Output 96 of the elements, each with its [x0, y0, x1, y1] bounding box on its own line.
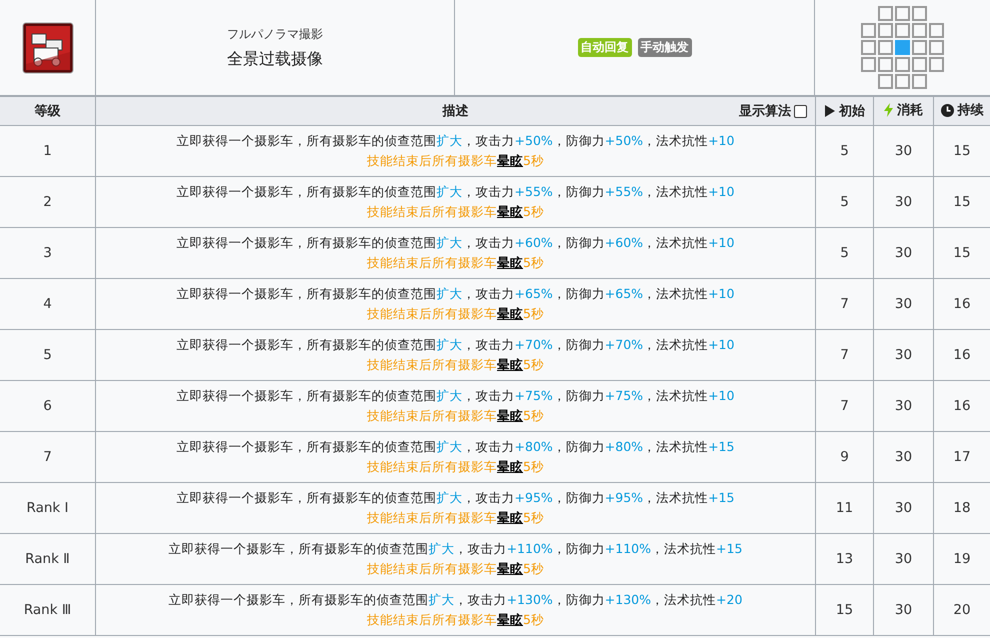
table-cell: 19 — [953, 551, 971, 567]
table-cell: 13 — [836, 551, 854, 567]
table-cell: 30 — [894, 347, 912, 363]
range-tile — [912, 57, 927, 72]
range-tile — [861, 23, 876, 38]
description-text: 立即获得一个摄影车，所有摄影车的侦查范围扩大，攻击力+60%，防御力+60%，法术抗性+10 — [176, 234, 736, 252]
checkbox-label: 显示算法 — [739, 103, 791, 120]
table-cell: 1 — [43, 143, 52, 159]
description-text: 技能结束后所有摄影车晕眩5秒 — [366, 458, 545, 476]
range-tile — [861, 40, 876, 55]
table-cell: 7 — [840, 347, 849, 363]
skill-tag: 手动触发 — [638, 38, 692, 57]
skill-tag: 自动回复 — [578, 38, 632, 57]
skill-subtitle: フルパノラマ撮影 — [227, 26, 323, 42]
table-cell: 4 — [43, 296, 52, 312]
range-tile — [878, 57, 893, 72]
description-text: 立即获得一个摄影车，所有摄影车的侦查范围扩大，攻击力+70%，防御力+70%，法术抗性+10 — [176, 336, 736, 354]
column-header: 消耗 — [897, 102, 923, 119]
checkbox[interactable] — [794, 104, 807, 118]
skill-name: 全景过载摄像 — [227, 48, 323, 70]
table-cell: Rank Ⅱ — [25, 551, 70, 567]
table-cell: 2 — [43, 194, 52, 210]
table-cell: 6 — [43, 398, 52, 414]
description-text: 立即获得一个摄影车，所有摄影车的侦查范围扩大，攻击力+110%，防御力+110%，法术抗性+15 — [168, 540, 744, 558]
range-tile — [895, 74, 910, 89]
table-cell: 30 — [894, 245, 912, 261]
description-text: 立即获得一个摄影车，所有摄影车的侦查范围扩大，攻击力+75%，防御力+75%，法术抗性+10 — [176, 387, 736, 405]
range-tile — [861, 57, 876, 72]
table-cell: 16 — [953, 296, 971, 312]
operator-tile — [895, 40, 910, 55]
description-text: 技能结束后所有摄影车晕眩5秒 — [366, 560, 545, 578]
table-cell: 30 — [894, 143, 912, 159]
range-tile — [878, 74, 893, 89]
description-text: 技能结束后所有摄影车晕眩5秒 — [366, 356, 545, 374]
range-tile — [929, 23, 944, 38]
range-tile — [895, 6, 910, 21]
table-cell: 5 — [840, 245, 849, 261]
description-text: 立即获得一个摄影车，所有摄影车的侦查范围扩大，攻击力+80%，防御力+80%，法术抗性+15 — [176, 438, 736, 456]
description-text: 立即获得一个摄影车，所有摄影车的侦查范围扩大，攻击力+130%，防御力+130%，法术抗性+20 — [168, 591, 744, 609]
table-cell: 7 — [840, 398, 849, 414]
table-cell: 5 — [43, 347, 52, 363]
description-text: 技能结束后所有摄影车晕眩5秒 — [366, 305, 545, 323]
description-text: 技能结束后所有摄影车晕眩5秒 — [366, 254, 545, 272]
description-text: 技能结束后所有摄影车晕眩5秒 — [366, 152, 545, 170]
table-cell: 18 — [953, 500, 971, 516]
description-text: 立即获得一个摄影车，所有摄影车的侦查范围扩大，攻击力+50%，防御力+50%，法术抗性+10 — [176, 132, 736, 150]
description-text: 技能结束后所有摄影车晕眩5秒 — [366, 203, 545, 221]
range-tile — [878, 40, 893, 55]
table-cell: 15 — [953, 245, 971, 261]
description-text: 立即获得一个摄影车，所有摄影车的侦查范围扩大，攻击力+65%，防御力+65%，法术抗性+10 — [176, 285, 736, 303]
column-header: 等级 — [34, 103, 60, 120]
column-header: 描述 — [442, 103, 468, 120]
range-tile — [929, 40, 944, 55]
table-cell: 17 — [953, 449, 971, 465]
table-cell: 30 — [894, 194, 912, 210]
table-cell: 11 — [836, 500, 854, 516]
table-cell: 15 — [953, 194, 971, 210]
camera-vehicle-icon — [22, 22, 74, 74]
range-tile — [912, 40, 927, 55]
range-tile — [929, 57, 944, 72]
table-cell: 5 — [840, 143, 849, 159]
table-cell: 7 — [43, 449, 52, 465]
range-tile — [895, 57, 910, 72]
table-cell: 30 — [894, 398, 912, 414]
description-text: 技能结束后所有摄影车晕眩5秒 — [366, 407, 545, 425]
table-cell: 30 — [894, 449, 912, 465]
table-cell: 20 — [953, 602, 971, 618]
description-text: 立即获得一个摄影车，所有摄影车的侦查范围扩大，攻击力+95%，防御力+95%，法术抗性+15 — [176, 489, 736, 507]
table-cell: 15 — [953, 143, 971, 159]
clock-icon — [940, 104, 954, 117]
description-text: 立即获得一个摄影车，所有摄影车的侦查范围扩大，攻击力+55%，防御力+55%，法术抗性+10 — [176, 183, 736, 201]
table-cell: 3 — [43, 245, 52, 261]
range-tile — [895, 23, 910, 38]
description-text: 技能结束后所有摄影车晕眩5秒 — [366, 509, 545, 527]
table-cell: 30 — [894, 602, 912, 618]
table-cell: Rank Ⅲ — [24, 602, 72, 618]
table-cell: 30 — [894, 296, 912, 312]
lightning-icon — [884, 103, 893, 117]
column-header: 持续 — [958, 102, 984, 120]
table-cell: 30 — [894, 551, 912, 567]
play-icon — [824, 104, 835, 116]
table-cell: 7 — [840, 296, 849, 312]
range-tile — [878, 23, 893, 38]
table-cell: 15 — [836, 602, 854, 618]
table-cell: 5 — [840, 194, 849, 210]
description-text: 技能结束后所有摄影车晕眩5秒 — [366, 611, 545, 629]
table-cell: 16 — [953, 347, 971, 363]
column-header: 初始 — [839, 102, 865, 120]
table-cell: 30 — [894, 500, 912, 516]
range-tile — [912, 6, 927, 21]
range-tile — [878, 6, 893, 21]
table-cell: 16 — [953, 398, 971, 414]
range-tile — [912, 23, 927, 38]
table-cell: 9 — [840, 449, 849, 465]
table-cell: Rank Ⅰ — [26, 500, 68, 516]
range-tile — [912, 74, 927, 89]
